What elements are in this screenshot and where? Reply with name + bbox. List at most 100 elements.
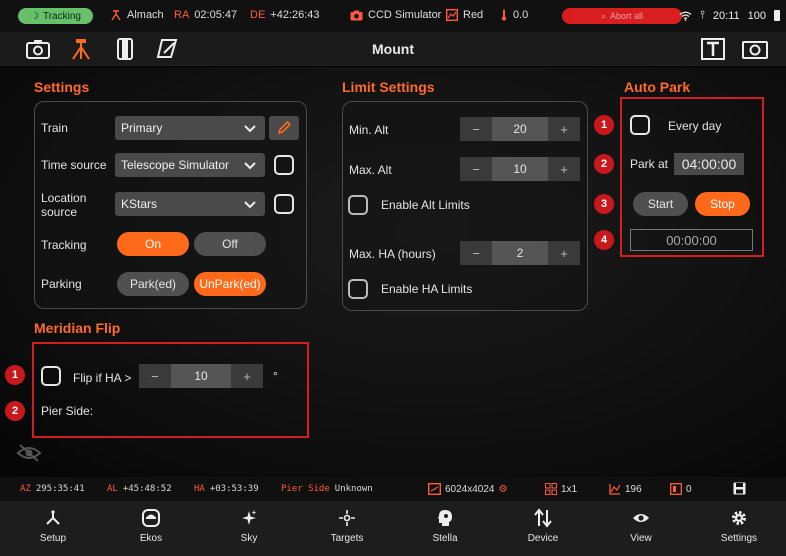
stat-a-readout: 196 <box>609 483 642 495</box>
auto-park-start-button[interactable]: Start <box>633 192 688 216</box>
time-source-select[interactable]: Telescope Simulator <box>115 153 265 177</box>
de-readout: DE +42:26:43 <box>250 9 320 21</box>
tracking-status-label: Tracking <box>42 10 81 22</box>
tracking-off-button[interactable]: Off <box>194 232 266 256</box>
max-alt-increment-button[interactable]: + <box>548 157 580 181</box>
auto-park-section-title: Auto Park <box>624 79 691 95</box>
auto-park-badge-1: 1 <box>594 115 614 135</box>
search-icon: ⌕ <box>600 10 606 21</box>
camera-icon <box>350 10 363 20</box>
nav-view[interactable]: View <box>596 507 686 551</box>
abort-all-label: Abort all <box>610 11 644 21</box>
nav-sky[interactable]: Sky <box>204 507 294 551</box>
location-source-select[interactable]: KStars <box>115 192 265 216</box>
status-bar: ☽ Tracking Almach RA 02:05:47 DE +42:26:… <box>0 0 786 32</box>
flip-if-ha-checkbox[interactable] <box>41 366 61 386</box>
flip-ha-value[interactable]: 10 <box>171 364 231 388</box>
al-label: AL <box>107 484 118 494</box>
degree-unit: ° <box>273 369 278 383</box>
time-source-checkbox[interactable] <box>274 155 294 175</box>
enable-ha-limits-checkbox[interactable] <box>348 279 368 299</box>
auto-park-badge-2: 2 <box>594 154 614 174</box>
chevron-down-icon <box>244 125 256 133</box>
telescope-icon <box>111 10 121 21</box>
stat-a-value: 196 <box>625 483 642 495</box>
park-button[interactable]: Park(ed) <box>117 272 189 296</box>
park-at-time-input[interactable]: 04:00:00 <box>674 153 744 175</box>
abort-all-button[interactable]: ⌕ Abort all <box>562 8 682 24</box>
nav-stella[interactable]: Stella <box>400 507 490 551</box>
nav-targets[interactable]: Targets <box>302 507 392 551</box>
ra-label: RA <box>174 9 190 21</box>
max-alt-decrement-button[interactable]: − <box>460 157 492 181</box>
enable-alt-limits-checkbox[interactable] <box>348 195 368 215</box>
nav-ekos[interactable]: Ekos <box>106 507 196 551</box>
max-ha-stepper[interactable]: − 2 + <box>460 241 580 265</box>
filter-name: Red <box>463 9 484 21</box>
preview-camera-icon[interactable] <box>742 38 768 60</box>
pencil-icon <box>277 120 292 135</box>
max-ha-label: Max. HA (hours) <box>349 247 436 261</box>
unpark-button[interactable]: UnPark(ed) <box>194 272 266 296</box>
tracking-on-button[interactable]: On <box>117 232 189 256</box>
flip-ha-increment-button[interactable]: + <box>231 364 263 388</box>
auto-park-stop-button[interactable]: Stop <box>695 192 750 216</box>
save-icon[interactable] <box>733 482 746 498</box>
flip-ha-stepper[interactable]: − 10 + <box>139 364 263 388</box>
every-day-checkbox[interactable] <box>630 115 650 135</box>
image-frame-icon <box>428 483 441 495</box>
ha-label: HA <box>194 484 205 494</box>
al-value: +45:48:52 <box>122 484 172 494</box>
nav-view-label: View <box>630 533 652 544</box>
chevron-down-icon <box>244 201 256 209</box>
de-label: DE <box>250 9 266 21</box>
wifi-icon <box>679 11 692 21</box>
max-ha-value[interactable]: 2 <box>492 241 548 265</box>
nav-setup-label: Setup <box>39 533 67 544</box>
nav-device-label: Device <box>527 533 559 544</box>
nav-settings-label: Settings <box>720 533 758 544</box>
auto-park-badge-4: 4 <box>594 230 614 250</box>
location-source-label-line1: Location <box>41 191 87 205</box>
max-ha-decrement-button[interactable]: − <box>460 241 492 265</box>
camera-indicator: CCD Simulator <box>350 9 441 21</box>
edit-train-button[interactable] <box>269 116 299 140</box>
nav-sky-label: Sky <box>240 533 258 544</box>
time-source-label: Time source <box>41 158 107 172</box>
resolution-readout[interactable]: 6024x4024 ⚙ <box>428 483 507 495</box>
nav-device[interactable]: Device <box>498 507 588 551</box>
nav-setup[interactable]: Setup <box>8 507 98 551</box>
enable-alt-limits-label: Enable Alt Limits <box>381 198 470 212</box>
site-name: Almach <box>127 9 164 21</box>
min-alt-stepper[interactable]: − 20 + <box>460 117 580 141</box>
train-select[interactable]: Primary <box>115 116 265 140</box>
nav-settings[interactable]: Settings <box>694 507 784 551</box>
de-value: +42:26:43 <box>270 9 320 21</box>
flip-if-ha-label: Flip if HA > <box>73 371 132 385</box>
park-at-label: Park at <box>630 157 669 171</box>
sort-arrows-icon <box>534 507 552 529</box>
text-tool-icon[interactable] <box>700 38 726 60</box>
train-select-value: Primary <box>121 121 163 135</box>
flip-ha-decrement-button[interactable]: − <box>139 364 171 388</box>
location-source-value: KStars <box>121 197 158 211</box>
max-alt-label: Max. Alt <box>349 163 392 177</box>
al-readout: AL +45:48:52 <box>107 484 172 494</box>
eye-off-icon[interactable] <box>16 443 42 468</box>
min-alt-decrement-button[interactable]: − <box>460 117 492 141</box>
train-label: Train <box>41 121 68 135</box>
min-alt-value[interactable]: 20 <box>492 117 548 141</box>
stat-b-value: 0 <box>686 483 692 495</box>
gear-icon <box>730 507 748 529</box>
histogram-icon <box>609 484 621 495</box>
tracking-status-pill[interactable]: ☽ Tracking <box>18 8 93 24</box>
eye-icon <box>632 507 650 529</box>
max-alt-value[interactable]: 10 <box>492 157 548 181</box>
tracking-label: Tracking <box>41 238 87 252</box>
max-alt-stepper[interactable]: − 10 + <box>460 157 580 181</box>
min-alt-increment-button[interactable]: + <box>548 117 580 141</box>
location-source-checkbox[interactable] <box>274 194 294 214</box>
nav-targets-label: Targets <box>330 533 364 544</box>
max-ha-increment-button[interactable]: + <box>548 241 580 265</box>
filter-icon <box>446 9 458 21</box>
